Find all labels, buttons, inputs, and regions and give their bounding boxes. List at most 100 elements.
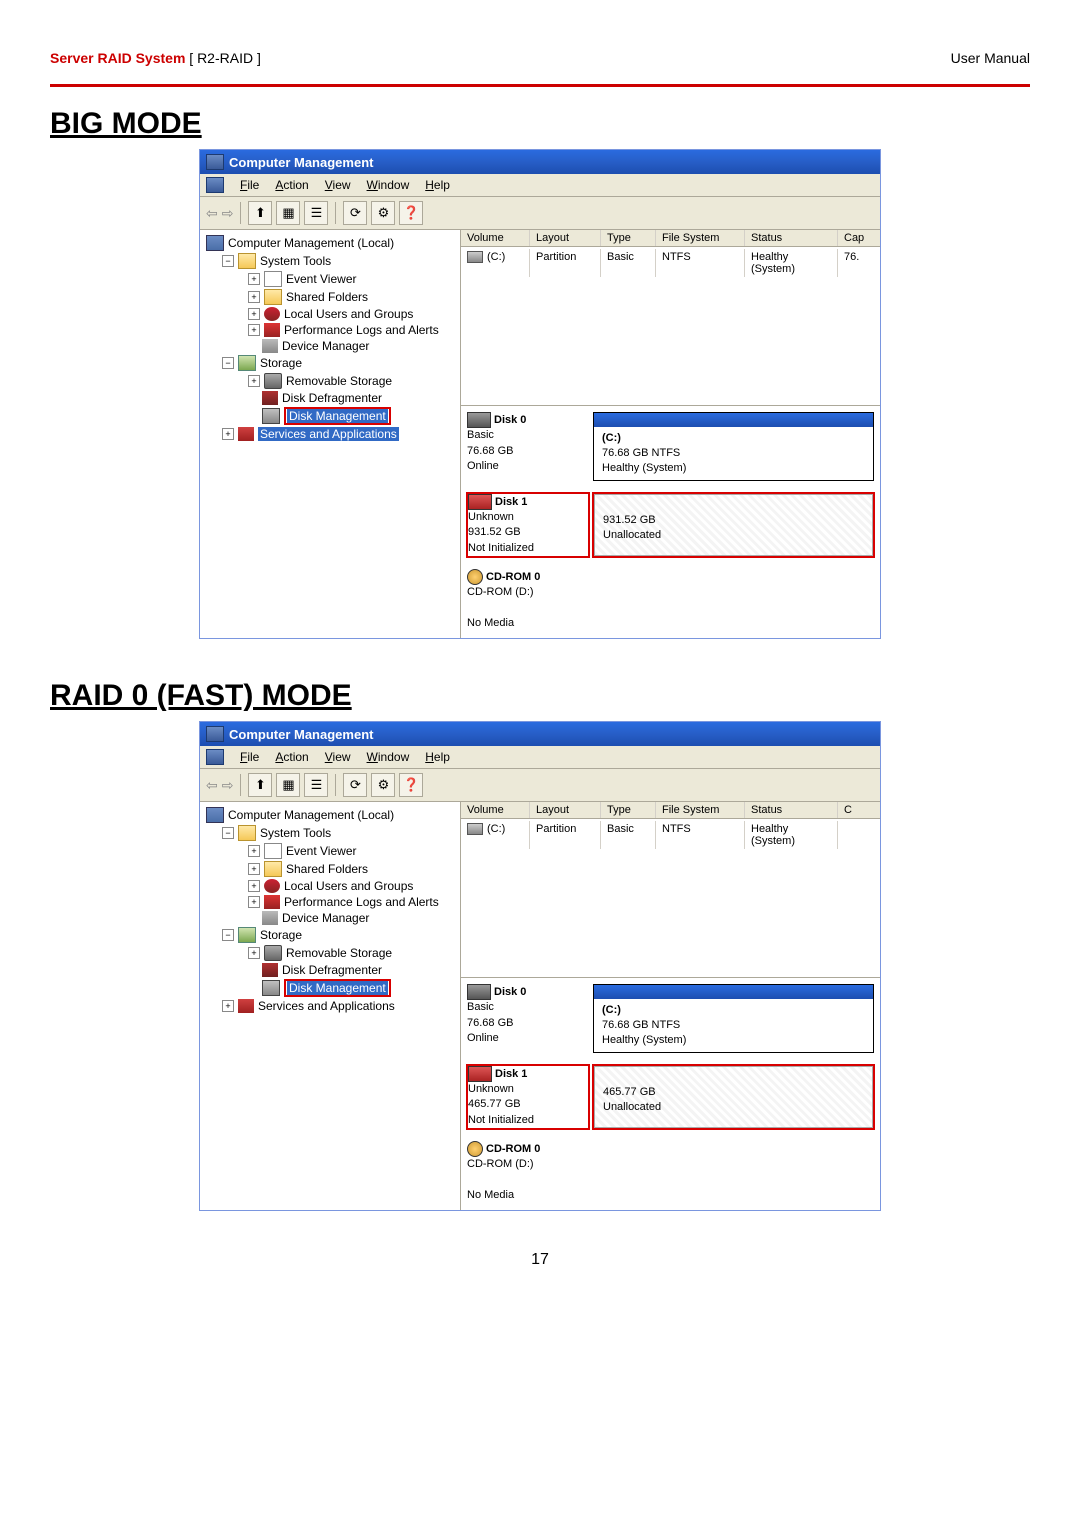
expand-icon[interactable]: + [248,845,260,857]
col-filesystem[interactable]: File System [656,802,745,818]
tree-shared-folders[interactable]: +Shared Folders [200,860,460,878]
tree-local-users[interactable]: +Local Users and Groups [200,878,460,894]
menu-action[interactable]: Action [275,178,308,192]
disk-0-info: Disk 0 Basic 76.68 GB Online [467,412,587,481]
settings-icon[interactable]: ⚙ [371,773,395,797]
forward-icon[interactable]: ⇨ [222,777,234,794]
menu-file[interactable]: File [240,750,259,764]
refresh-icon[interactable]: ⟳ [343,773,367,797]
menu-help[interactable]: Help [425,178,450,192]
expand-icon[interactable]: + [248,863,260,875]
tree-event-viewer[interactable]: +Event Viewer [200,270,460,288]
refresh-icon[interactable]: ⟳ [343,201,367,225]
volume-list[interactable]: Volume Layout Type File System Status C … [461,802,880,978]
tree-event-viewer[interactable]: +Event Viewer [200,842,460,860]
col-type[interactable]: Type [601,230,656,246]
tree-disk-management[interactable]: Disk Management [200,978,460,998]
expand-icon[interactable]: + [248,273,260,285]
expand-icon[interactable]: + [222,1000,234,1012]
tree-system-tools[interactable]: −System Tools [200,824,460,842]
col-layout[interactable]: Layout [530,802,601,818]
unallocated-info: 465.77 GB Unallocated [595,1067,872,1120]
menu-view[interactable]: View [325,750,351,764]
tree-local-users[interactable]: +Local Users and Groups [200,306,460,322]
disk-0-partition[interactable]: (C:) 76.68 GB NTFS Healthy (System) [593,984,874,1053]
col-status[interactable]: Status [745,802,838,818]
disk-1-partition[interactable]: 465.77 GB Unallocated [594,1066,873,1128]
cdrom-row[interactable]: CD-ROM 0 CD-ROM (D:) No Media [467,569,874,631]
help-icon[interactable]: ❓ [399,201,423,225]
disk-0-row[interactable]: Disk 0 Basic 76.68 GB Online (C:) 76.68 … [467,412,874,481]
col-status[interactable]: Status [745,230,838,246]
settings-icon[interactable]: ⚙ [371,201,395,225]
collapse-icon[interactable]: − [222,255,234,267]
tree-storage[interactable]: −Storage [200,926,460,944]
tree-removable-storage[interactable]: +Removable Storage [200,944,460,962]
folder-icon [264,861,282,877]
cdrom-row[interactable]: CD-ROM 0 CD-ROM (D:) No Media [467,1141,874,1203]
list-icon[interactable]: ▦ [276,773,300,797]
menu-action[interactable]: Action [275,750,308,764]
collapse-icon[interactable]: − [222,827,234,839]
disk-0-partition[interactable]: (C:) 76.68 GB NTFS Healthy (System) [593,412,874,481]
volume-row[interactable]: (C:) Partition Basic NTFS Healthy (Syste… [461,247,880,279]
col-layout[interactable]: Layout [530,230,601,246]
expand-icon[interactable]: + [248,880,260,892]
up-icon[interactable]: ⬆ [248,773,272,797]
col-filesystem[interactable]: File System [656,230,745,246]
disk-1-partition[interactable]: 931.52 GB Unallocated [594,494,873,556]
volume-list[interactable]: Volume Layout Type File System Status Ca… [461,230,880,406]
list-icon[interactable]: ▦ [276,201,300,225]
tree-perf-logs[interactable]: +Performance Logs and Alerts [200,894,460,910]
computer-management-window: Computer Management File Action View Win… [199,721,881,1211]
help-icon[interactable]: ❓ [399,773,423,797]
tree-root[interactable]: Computer Management (Local) [200,806,460,824]
tree-shared-folders[interactable]: +Shared Folders [200,288,460,306]
tree-disk-defrag[interactable]: Disk Defragmenter [200,962,460,978]
expand-icon[interactable]: + [248,896,260,908]
navigation-tree[interactable]: Computer Management (Local) −System Tool… [200,802,461,1210]
col-capacity[interactable]: Cap [838,230,880,246]
tree-system-tools[interactable]: −System Tools [200,252,460,270]
tree-device-manager[interactable]: Device Manager [200,910,460,926]
up-icon[interactable]: ⬆ [248,201,272,225]
col-volume[interactable]: Volume [461,802,530,818]
col-volume[interactable]: Volume [461,230,530,246]
navigation-tree[interactable]: Computer Management (Local) −System Tool… [200,230,461,638]
tree-services-apps[interactable]: +Services and Applications [200,426,460,442]
forward-icon[interactable]: ⇨ [222,205,234,222]
expand-icon[interactable]: + [248,375,260,387]
volume-row[interactable]: (C:) Partition Basic NTFS Healthy (Syste… [461,819,880,851]
disk-0-row[interactable]: Disk 0 Basic 76.68 GB Online (C:) 76.68 … [467,984,874,1053]
col-type[interactable]: Type [601,802,656,818]
back-icon[interactable]: ⇦ [206,205,218,222]
menu-file[interactable]: File [240,178,259,192]
back-icon[interactable]: ⇦ [206,777,218,794]
collapse-icon[interactable]: − [222,357,234,369]
tree-disk-management[interactable]: Disk Management [200,406,460,426]
tree-services-apps[interactable]: +Services and Applications [200,998,460,1014]
tree-disk-defrag[interactable]: Disk Defragmenter [200,390,460,406]
tree-root[interactable]: Computer Management (Local) [200,234,460,252]
tree-removable-storage[interactable]: +Removable Storage [200,372,460,390]
expand-icon[interactable]: + [248,291,260,303]
tree-perf-logs[interactable]: +Performance Logs and Alerts [200,322,460,338]
menu-window[interactable]: Window [367,178,410,192]
menu-help[interactable]: Help [425,750,450,764]
expand-icon[interactable]: + [248,308,260,320]
disk-1-row-highlighted[interactable]: Disk 1 Unknown 465.77 GB Not Initialized… [467,1065,874,1129]
col-capacity[interactable]: C [838,802,880,818]
properties-icon[interactable]: ☰ [304,201,328,225]
expand-icon[interactable]: + [222,428,234,440]
tree-device-manager[interactable]: Device Manager [200,338,460,354]
collapse-icon[interactable]: − [222,929,234,941]
menu-window[interactable]: Window [367,750,410,764]
tree-storage[interactable]: −Storage [200,354,460,372]
expand-icon[interactable]: + [248,947,260,959]
toolbar: ⇦ ⇨ ⬆ ▦ ☰ ⟳ ⚙ ❓ [200,769,880,802]
expand-icon[interactable]: + [248,324,260,336]
menu-view[interactable]: View [325,178,351,192]
properties-icon[interactable]: ☰ [304,773,328,797]
perf-icon [264,895,280,909]
disk-1-row-highlighted[interactable]: Disk 1 Unknown 931.52 GB Not Initialized… [467,493,874,557]
